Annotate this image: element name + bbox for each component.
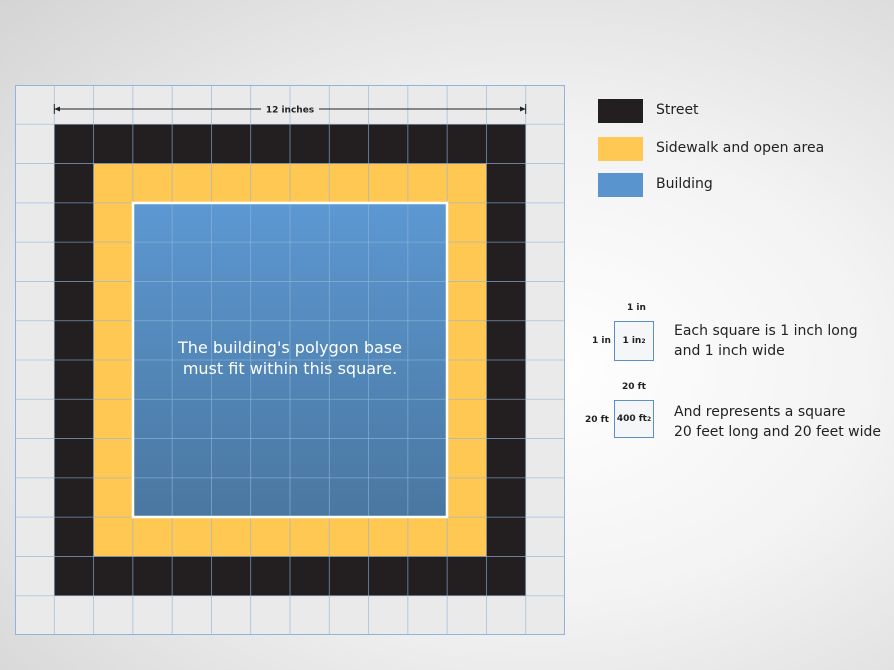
legend-label-sidewalk: Sidewalk and open area (656, 140, 825, 156)
scale-feet-box-value: 400 ft (616, 414, 647, 424)
building-caption-line2: must fit within this square. (182, 359, 398, 378)
scale-inch-top-label: 1 in (627, 303, 646, 313)
building-caption: The building's polygon base must fit wit… (133, 337, 447, 379)
scale-feet-side-label: 20 ft (585, 415, 609, 425)
scale-inch-description-line1: Each square is 1 inch long (674, 323, 858, 339)
scale-feet-description-line1: And represents a square (674, 404, 846, 420)
site-plan-diagram: 12 inches The building's polygon base mu… (15, 85, 565, 635)
legend-item-sidewalk: Sidewalk and open area (598, 137, 858, 161)
scale-inch-box-exponent: 2 (641, 337, 646, 345)
scale-feet-top-label: 20 ft (622, 382, 646, 392)
scale-feet-description-line2: 20 feet long and 20 feet wide (674, 424, 882, 440)
legend-label-building: Building (656, 176, 713, 192)
scale-inch-box: 1 in 2 (614, 321, 654, 361)
dimension-label: 12 inches (266, 106, 314, 116)
scale-inch-box-value: 1 in (622, 336, 642, 346)
scale-inch-side-label: 1 in (592, 336, 611, 346)
legend-item-building: Building (598, 173, 858, 197)
scale-inch-description: Each square is 1 inch long and 1 inch wi… (674, 321, 858, 361)
legend-swatch-sidewalk (598, 137, 643, 161)
scale-feet-box-exponent: 2 (646, 415, 652, 423)
scale-feet-description: And represents a square 20 feet long and… (674, 402, 881, 442)
scale-feet-box: 400 ft 2 (614, 400, 654, 438)
legend-item-street: Street (598, 99, 858, 123)
legend-swatch-street (598, 99, 643, 123)
legend-label-street: Street (656, 102, 699, 118)
legend-swatch-building (598, 173, 643, 197)
scale-inch-description-line2: and 1 inch wide (674, 343, 785, 359)
building-caption-line1: The building's polygon base (178, 338, 402, 357)
